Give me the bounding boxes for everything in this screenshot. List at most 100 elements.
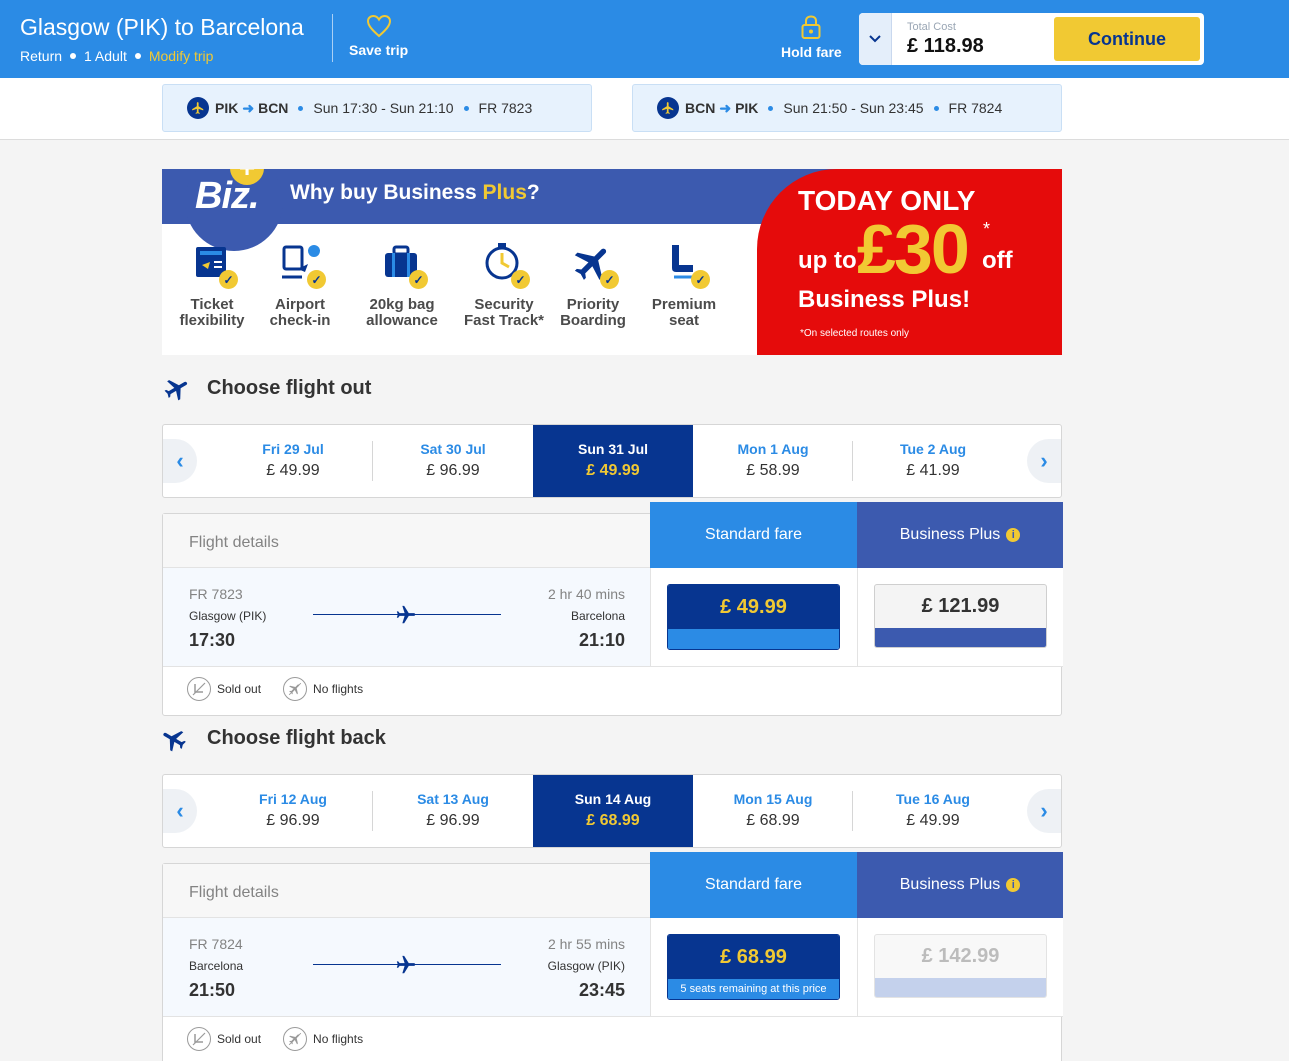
outbound-section-title: Choose flight out bbox=[207, 377, 372, 399]
standard-fare-price: £ 49.99 bbox=[668, 585, 839, 629]
inbound-flight-card: Flight details Standard fare Business Pl… bbox=[162, 852, 1063, 1061]
date-label: Fri 12 Aug bbox=[259, 791, 327, 807]
business-plus-header[interactable]: Business Plus i bbox=[857, 852, 1063, 918]
total-cost-box: Total Cost £ 118.98 Continue bbox=[859, 13, 1204, 65]
feature-line1: Ticket bbox=[190, 296, 234, 313]
flight-duration: 2 hr 40 mins bbox=[547, 586, 625, 602]
clock-icon: ✓ bbox=[480, 241, 530, 289]
business-plus-header[interactable]: Business Plus i bbox=[857, 502, 1063, 568]
check-icon: ✓ bbox=[691, 270, 710, 289]
check-icon: ✓ bbox=[307, 270, 326, 289]
separator-dot bbox=[463, 105, 469, 111]
info-icon[interactable]: i bbox=[1006, 878, 1021, 892]
arrival-time: 23:45 bbox=[578, 980, 625, 1000]
date-option[interactable]: Sat 13 Aug £ 96.99 bbox=[373, 775, 533, 847]
business-plus-label: Business Plus bbox=[899, 876, 1001, 893]
no-flights-label: No flights bbox=[313, 1032, 364, 1046]
arrow-right-icon: ➜ bbox=[719, 99, 732, 116]
date-option[interactable]: Mon 15 Aug £ 68.99 bbox=[693, 775, 853, 847]
date-option[interactable]: Tue 2 Aug £ 41.99 bbox=[853, 425, 1013, 497]
no-flights-icon bbox=[283, 677, 308, 701]
business-plus-price: £ 121.99 bbox=[921, 595, 1000, 617]
feature-line2: seat bbox=[668, 312, 700, 329]
save-trip-button[interactable]: Save trip bbox=[349, 14, 408, 58]
continue-button[interactable]: Continue bbox=[1054, 17, 1200, 61]
hold-fare-button[interactable]: Hold fare bbox=[781, 14, 842, 60]
seat-icon: ✓ bbox=[660, 241, 710, 289]
date-option[interactable]: Mon 1 Aug £ 58.99 bbox=[693, 425, 853, 497]
promo-headline: Why buy Business Plus? bbox=[290, 181, 540, 205]
feature-line1: Premium bbox=[651, 296, 717, 313]
chevron-right-icon: › bbox=[1040, 448, 1048, 473]
no-flights-icon bbox=[283, 1027, 308, 1051]
legend-no-flights: No flights bbox=[283, 677, 363, 701]
arrow-right-icon: ➜ bbox=[242, 99, 255, 116]
date-label: Tue 16 Aug bbox=[896, 791, 970, 807]
business-plus-label: Business Plus bbox=[899, 526, 1001, 543]
leg-times: Sun 21:50 - Sun 23:45 bbox=[783, 100, 924, 116]
feature-security-fast-track: ✓ Security Fast Track* bbox=[458, 241, 550, 329]
date-option-selected[interactable]: Sun 14 Aug £ 68.99 bbox=[533, 775, 693, 847]
inbound-section-title: Choose flight back bbox=[207, 727, 386, 749]
outbound-flight-card: Flight details Standard fare Business Pl… bbox=[162, 502, 1063, 716]
feature-line2: flexibility bbox=[179, 312, 245, 329]
info-icon[interactable]: i bbox=[1006, 528, 1021, 542]
plane-icon bbox=[396, 605, 416, 624]
leg-times: Sun 17:30 - Sun 21:10 bbox=[313, 100, 454, 116]
date-option-selected[interactable]: Sun 31 Jul £ 49.99 bbox=[533, 425, 693, 497]
promo-headline-text: Why buy Business bbox=[290, 181, 483, 204]
date-option[interactable]: Fri 12 Aug £ 96.99 bbox=[213, 775, 373, 847]
business-plus-promo[interactable]: Biz. + Why buy Business Plus? ✓ Ticketfl… bbox=[162, 169, 1062, 355]
check-icon: ✓ bbox=[409, 270, 428, 289]
business-plus-button[interactable]: £ 121.99 bbox=[874, 584, 1047, 648]
date-label: Sun 14 Aug bbox=[574, 791, 652, 807]
prev-dates-button[interactable]: ‹ bbox=[163, 789, 197, 833]
business-plus-button[interactable]: £ 142.99 bbox=[874, 934, 1047, 998]
outbound-leg-pill[interactable]: PIK ➜ BCN Sun 17:30 - Sun 21:10 FR 7823 bbox=[162, 84, 592, 132]
standard-fare-price: £ 68.99 bbox=[668, 935, 839, 979]
origin-airport: Glasgow (PIK) bbox=[189, 609, 267, 623]
check-icon: ✓ bbox=[511, 270, 530, 289]
date-label: Sat 13 Aug bbox=[417, 791, 489, 807]
date-price: £ 96.99 bbox=[426, 462, 480, 479]
leg-summary-bar: PIK ➜ BCN Sun 17:30 - Sun 21:10 FR 7823 … bbox=[0, 78, 1289, 140]
date-price: £ 68.99 bbox=[746, 812, 800, 829]
date-label: Sun 31 Jul bbox=[577, 441, 649, 457]
outbound-plane-icon bbox=[164, 380, 188, 401]
departure-time: 21:50 bbox=[189, 980, 236, 1000]
standard-fare-button[interactable]: £ 49.99 bbox=[667, 584, 840, 650]
standard-fare-button[interactable]: £ 68.99 5 seats remaining at this price bbox=[667, 934, 840, 1000]
plane-icon bbox=[657, 97, 679, 119]
next-dates-button[interactable]: › bbox=[1027, 439, 1061, 483]
date-option[interactable]: Tue 16 Aug £ 49.99 bbox=[853, 775, 1013, 847]
heart-icon bbox=[366, 14, 391, 38]
standard-fare-cell: £ 68.99 5 seats remaining at this price bbox=[650, 918, 857, 1017]
legend-no-flights: No flights bbox=[283, 1027, 363, 1051]
modify-trip-link[interactable]: Modify trip bbox=[149, 48, 214, 64]
date-price: £ 58.99 bbox=[746, 462, 800, 479]
inbound-leg-pill[interactable]: BCN ➜ PIK Sun 21:50 - Sun 23:45 FR 7824 bbox=[632, 84, 1062, 132]
no-flights-label: No flights bbox=[313, 682, 364, 696]
date-label: Fri 29 Jul bbox=[262, 441, 324, 457]
seats-remaining-note: 5 seats remaining at this price bbox=[668, 979, 839, 999]
date-option[interactable]: Fri 29 Jul £ 49.99 bbox=[213, 425, 373, 497]
cost-breakdown-toggle[interactable] bbox=[859, 13, 892, 65]
standard-fare-header: Standard fare bbox=[650, 502, 857, 568]
business-plus-cell: £ 121.99 bbox=[857, 568, 1063, 667]
next-dates-button[interactable]: › bbox=[1027, 789, 1061, 833]
flight-details-label: Flight details bbox=[189, 534, 279, 551]
prev-dates-button[interactable]: ‹ bbox=[163, 439, 197, 483]
date-price: £ 49.99 bbox=[266, 462, 320, 479]
separator-dot bbox=[298, 105, 304, 111]
promo-product: Business Plus! bbox=[798, 286, 971, 313]
feature-airport-checkin: ✓ Airport check-in bbox=[254, 241, 346, 329]
separator-dot bbox=[70, 53, 77, 59]
departure-time: 17:30 bbox=[189, 630, 236, 650]
date-option[interactable]: Sat 30 Jul £ 96.99 bbox=[373, 425, 533, 497]
feature-line1: Airport bbox=[275, 296, 325, 313]
feature-bag-allowance: ✓ 20kg bag allowance bbox=[356, 241, 448, 329]
feature-ticket-flexibility: ✓ Ticket flexibility bbox=[166, 241, 258, 329]
standard-fare-header: Standard fare bbox=[650, 852, 857, 918]
promo-asterisk: * bbox=[983, 219, 991, 239]
bag-icon: ✓ bbox=[378, 241, 428, 289]
